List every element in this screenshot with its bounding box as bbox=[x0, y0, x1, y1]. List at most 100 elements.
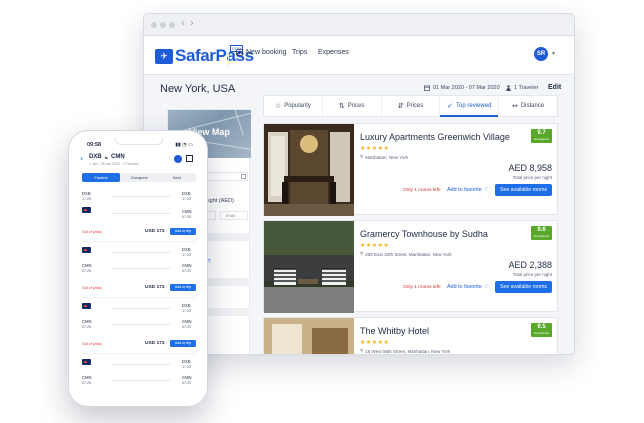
arrival-airport: DXB bbox=[182, 359, 191, 364]
hotel-name[interactable]: Luxury Apartments Greenwich Village bbox=[360, 132, 510, 142]
departure-time: 07:25 bbox=[82, 381, 91, 385]
filter-icon[interactable] bbox=[186, 155, 193, 162]
flight-result[interactable]: DXB 17:25 CMN 07:25 CMN 07:25 Out of pol… bbox=[82, 300, 196, 354]
heart-icon: ♡ bbox=[483, 284, 489, 290]
airline-logo-icon bbox=[82, 359, 91, 365]
flight-result[interactable]: DXB 17:25 DXB 17:25 CMN 07:25 Out of pol… bbox=[82, 188, 196, 242]
sort-price-asc-tab[interactable]: ⇅ Prices bbox=[323, 96, 382, 116]
sort-tab-label: Prices bbox=[347, 103, 365, 109]
arrival-airport: DXB bbox=[182, 303, 191, 308]
window-dot[interactable] bbox=[169, 22, 175, 28]
filter-section-header bbox=[202, 233, 250, 241]
hotel-name[interactable]: The Whitby Hotel bbox=[360, 326, 429, 336]
address-text: 206 East 20th Street, Manhattan, New Yor… bbox=[365, 252, 452, 257]
sort-tab-label: Distance bbox=[520, 103, 545, 109]
review-score-word: Exceptional bbox=[534, 137, 549, 141]
back-arrow-icon[interactable]: ‹ bbox=[181, 18, 185, 29]
tab-cheapest[interactable]: Cheapest bbox=[120, 173, 158, 182]
review-score-word: Exceptional bbox=[534, 234, 549, 238]
flight-price: USD 173 bbox=[145, 285, 165, 290]
user-avatar[interactable]: SR bbox=[534, 47, 548, 61]
arrival-airport: CMN bbox=[182, 375, 192, 380]
departure-airport: CMN bbox=[82, 263, 92, 268]
chevron-down-icon[interactable]: ▾ bbox=[552, 50, 555, 57]
policy-status: Out of policy bbox=[82, 230, 102, 234]
filter-section-header bbox=[202, 278, 250, 286]
back-arrow-icon[interactable]: ‹ bbox=[80, 154, 83, 163]
tab-best[interactable]: Best bbox=[158, 173, 196, 182]
hotel-card[interactable]: Luxury Apartments Greenwich Village ★★★★… bbox=[263, 123, 558, 216]
flight-result[interactable]: DXB 17:25 CMN 07:25 CMN 07:25 Out of pol… bbox=[82, 244, 196, 298]
phone-screen: 09:58 ▮▮ ◔ ▭ ‹ DXB ⇆ CMN 1 Jan - 28 Jan … bbox=[75, 138, 203, 401]
sort-bar: ☆ Popularity ⇅ Prices ⇵ Prices ✓ Top rev… bbox=[263, 95, 558, 117]
check-icon: ✓ bbox=[447, 102, 454, 110]
max-price-placeholder: imax bbox=[226, 213, 236, 218]
traveler-count[interactable]: 1 Traveler bbox=[506, 85, 538, 91]
sort-tab-label: Prices bbox=[406, 103, 424, 109]
favorite-label: Add to favorite bbox=[447, 187, 482, 193]
arrival-time: 17:25 bbox=[182, 253, 191, 257]
review-score: 9.5 bbox=[537, 324, 546, 330]
hotel-card[interactable]: Gramercy Townhouse by Sudha ★★★★★ ⚲ 206 … bbox=[263, 220, 558, 313]
nav-trips[interactable]: Trips bbox=[292, 49, 307, 56]
hotel-address: ⚲ 18 West 56th Street, Manhattan, New Yo… bbox=[360, 349, 450, 354]
edit-search-icon[interactable] bbox=[174, 155, 182, 163]
see-available-rooms-button[interactable]: See available rooms bbox=[495, 281, 552, 293]
price-note: Total price per night bbox=[512, 175, 552, 180]
hotel-card[interactable]: The Whitby Hotel ★★★★★ ⚲ 18 West 56th St… bbox=[263, 317, 558, 355]
flight-search-header: ‹ DXB ⇆ CMN 1 Jan - 28 Jan 2020 · 1 Trav… bbox=[75, 152, 203, 170]
sort-ascending-icon: ⇅ bbox=[338, 102, 345, 110]
sort-top-reviewed-tab[interactable]: ✓ Top reviewed bbox=[440, 96, 500, 117]
hotel-photo[interactable] bbox=[264, 124, 354, 216]
add-to-trip-button[interactable]: Add to trip bbox=[170, 284, 196, 291]
arrival-airport: CMN bbox=[182, 209, 192, 214]
add-to-favorite-link[interactable]: Add to favorite ♡ bbox=[447, 284, 489, 290]
availability-warning: Only 1 rooms left! bbox=[403, 188, 441, 193]
window-dot[interactable] bbox=[160, 22, 166, 28]
arrival-airport: CMN bbox=[182, 319, 192, 324]
sort-price-desc-tab[interactable]: ⇵ Prices bbox=[382, 96, 441, 116]
window-dot[interactable] bbox=[151, 22, 157, 28]
date-range[interactable]: 01 Mar 2020 - 07 Mar 2020 bbox=[424, 85, 500, 91]
edit-search-link[interactable]: Edit bbox=[548, 84, 561, 91]
arrival-time: 17:25 bbox=[182, 309, 191, 313]
policy-status: Out of policy bbox=[82, 342, 102, 346]
flight-result[interactable]: DXB 17:25 CMN 07:25 CMN 07:25 bbox=[82, 356, 196, 401]
sort-popularity-tab[interactable]: ☆ Popularity bbox=[264, 96, 323, 116]
map-pin-icon: ⚲ bbox=[360, 155, 364, 160]
date-range-text: 01 Mar 2020 - 07 Mar 2020 bbox=[433, 85, 500, 91]
add-to-trip-button[interactable]: Add to trip bbox=[170, 228, 196, 235]
route-destination: CMN bbox=[111, 154, 125, 160]
address-text: Manhattan, New York bbox=[365, 155, 409, 160]
page-title: New York, USA bbox=[160, 83, 236, 95]
forward-arrow-icon[interactable]: › bbox=[190, 18, 194, 29]
max-price-field[interactable]: imax bbox=[220, 211, 248, 220]
nav-new-booking[interactable]: New booking bbox=[236, 49, 286, 56]
hotel-photo[interactable] bbox=[264, 221, 354, 313]
favorite-label: Add to favorite bbox=[447, 284, 482, 290]
status-time: 09:58 bbox=[87, 142, 102, 148]
add-to-favorite-link[interactable]: Add to favorite ♡ bbox=[447, 187, 489, 193]
tab-fastest[interactable]: Fastest bbox=[82, 173, 120, 182]
hotel-name[interactable]: Gramercy Townhouse by Sudha bbox=[360, 229, 488, 239]
star-outline-icon: ☆ bbox=[274, 102, 282, 110]
see-available-rooms-button[interactable]: See available rooms bbox=[495, 184, 552, 196]
arrival-airport: CMN bbox=[182, 263, 192, 268]
nav-label: New booking bbox=[246, 49, 287, 56]
sort-descending-icon: ⇵ bbox=[397, 102, 404, 110]
flight-sort-tabs: Fastest Cheapest Best bbox=[82, 173, 196, 182]
flight-price: USD 173 bbox=[145, 341, 165, 346]
review-score-word: Exceptional bbox=[534, 331, 549, 335]
departure-airport: DXB bbox=[82, 191, 91, 196]
sort-distance-tab[interactable]: ↔ Distance bbox=[499, 96, 557, 116]
review-score: 9.7 bbox=[537, 130, 546, 136]
hotel-photo[interactable] bbox=[264, 318, 354, 355]
nav-label: Trips bbox=[292, 49, 308, 56]
departure-time: 17:25 bbox=[82, 197, 91, 201]
airline-logo-icon bbox=[82, 247, 91, 253]
add-to-trip-button[interactable]: Add to trip bbox=[170, 340, 196, 347]
star-rating: ★★★★★ bbox=[360, 339, 390, 346]
phone-notch bbox=[115, 138, 163, 145]
nav-expenses[interactable]: Expenses bbox=[318, 49, 349, 56]
airline-logo-icon bbox=[82, 303, 91, 309]
